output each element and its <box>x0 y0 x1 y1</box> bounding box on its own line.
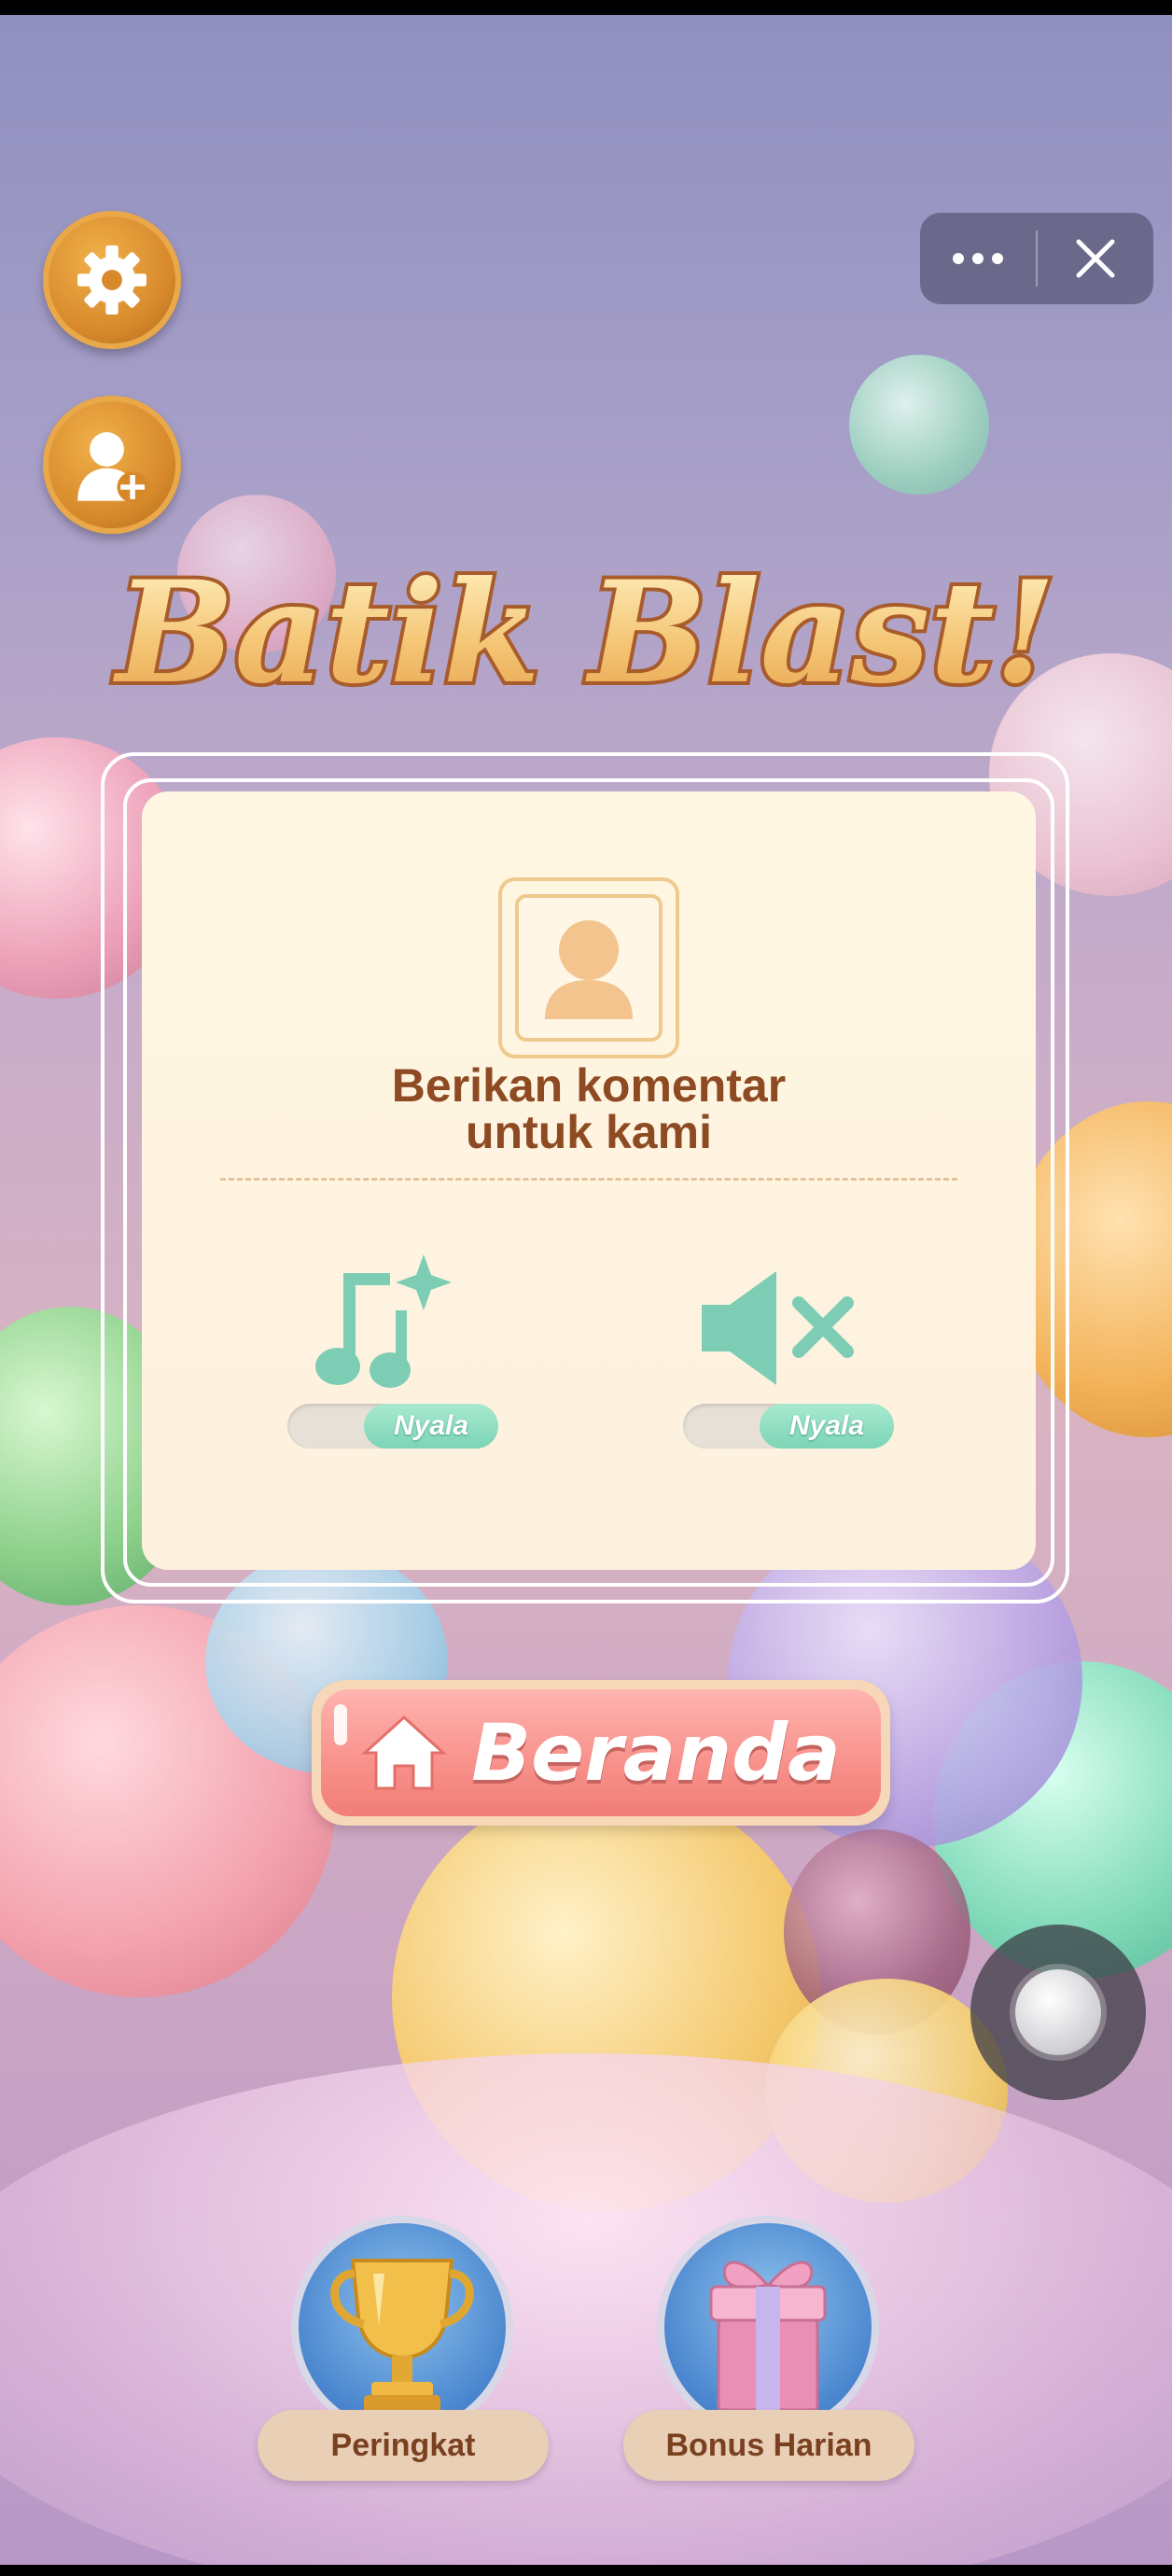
sound-toggle-label: Nyala <box>760 1404 894 1449</box>
music-toggle[interactable]: Nyala <box>287 1404 498 1449</box>
close-icon <box>1076 239 1115 278</box>
bottom-strip <box>0 2565 1172 2576</box>
game-title-logo: Batik Blast! <box>0 541 1172 733</box>
sound-toggle[interactable]: Nyala <box>683 1404 894 1449</box>
home-button[interactable]: Beranda <box>312 1680 890 1826</box>
daily-bonus-label: Bonus Harian <box>623 2410 914 2481</box>
close-button[interactable] <box>1038 213 1153 304</box>
leaderboard-label: Peringkat <box>258 2410 549 2481</box>
more-dots-icon <box>953 253 1003 264</box>
home-icon <box>361 1715 448 1790</box>
trophy-icon <box>330 2259 474 2415</box>
game-title: Batik Blast! <box>113 551 1056 715</box>
add-user-icon <box>77 432 148 503</box>
status-strip <box>0 0 1172 15</box>
add-friend-button[interactable] <box>43 396 181 534</box>
more-button[interactable] <box>920 213 1036 304</box>
leaderboard-icon-circle <box>299 2223 506 2430</box>
cloud-overlay <box>0 2053 1172 2576</box>
daily-bonus-button[interactable]: Bonus Harian <box>623 2223 914 2485</box>
gear-icon <box>77 245 146 315</box>
feedback-line2: untuk kami <box>466 1106 712 1158</box>
home-button-label: Beranda <box>471 1707 841 1799</box>
feedback-line1: Berikan komentar <box>391 1059 787 1112</box>
settings-button[interactable] <box>43 211 181 349</box>
gift-icon <box>709 2261 827 2412</box>
settings-panel: Berikan komentar untuk kami Nyala Nyala <box>142 791 1036 1570</box>
feedback-link[interactable]: Berikan komentar untuk kami <box>142 1062 1036 1155</box>
panel-divider <box>220 1178 957 1181</box>
floating-assistive-button[interactable] <box>970 1925 1146 2100</box>
speaker-muted-icon <box>702 1271 854 1385</box>
leaderboard-button[interactable]: Peringkat <box>258 2223 549 2485</box>
decorative-ball <box>849 355 989 495</box>
daily-bonus-icon-circle <box>664 2223 872 2430</box>
floating-button-knob <box>1015 1969 1101 2055</box>
button-gloss <box>334 1704 347 1745</box>
feedback-avatar-button[interactable] <box>498 877 679 1058</box>
home-button-face: Beranda <box>321 1689 881 1816</box>
avatar <box>515 894 663 1042</box>
user-avatar-icon <box>545 920 633 1019</box>
mini-program-capsule <box>920 213 1153 304</box>
music-toggle-label: Nyala <box>364 1404 498 1449</box>
music-notes-icon <box>315 1254 452 1388</box>
